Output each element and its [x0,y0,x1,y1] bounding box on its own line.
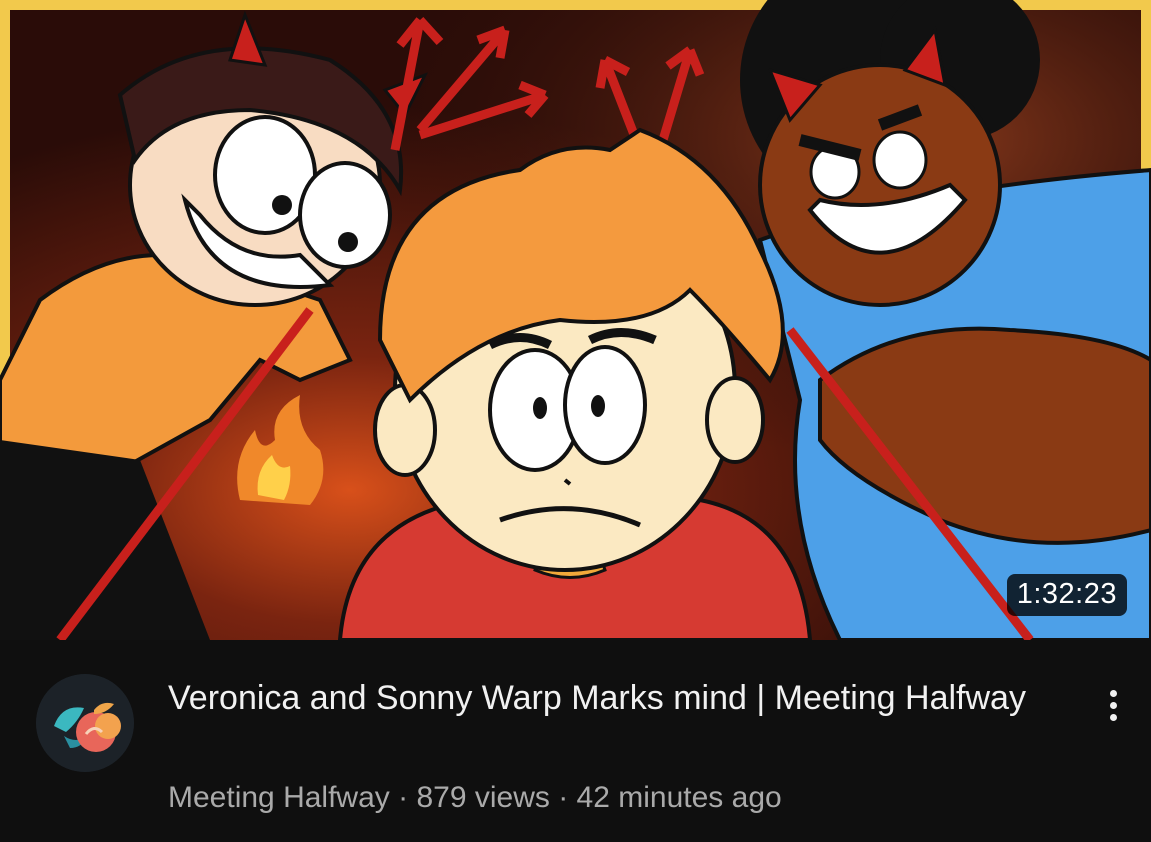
channel-name[interactable]: Meeting Halfway [168,781,390,814]
view-count: 879 views [416,781,550,814]
separator-dot: · [398,781,409,814]
thumbnail-artwork [0,0,1151,640]
video-title[interactable]: Veronica and Sonny Warp Marks mind | Mee… [168,676,1048,721]
video-card[interactable]: 1:32:23 Veronica and Sonny Warp Marks mi… [0,0,1151,842]
video-thumbnail[interactable]: 1:32:23 [0,0,1151,640]
peach-logo-icon [36,674,134,772]
duration-badge: 1:32:23 [1006,574,1127,616]
video-metadata: Meeting Halfway · 879 views · 42 minutes… [168,778,1068,818]
channel-avatar[interactable] [36,674,134,772]
upload-time: 42 minutes ago [576,781,782,814]
video-meta-row: Veronica and Sonny Warp Marks mind | Mee… [0,640,1151,842]
separator-dot: · [558,781,569,814]
more-options-button[interactable] [1094,676,1134,732]
